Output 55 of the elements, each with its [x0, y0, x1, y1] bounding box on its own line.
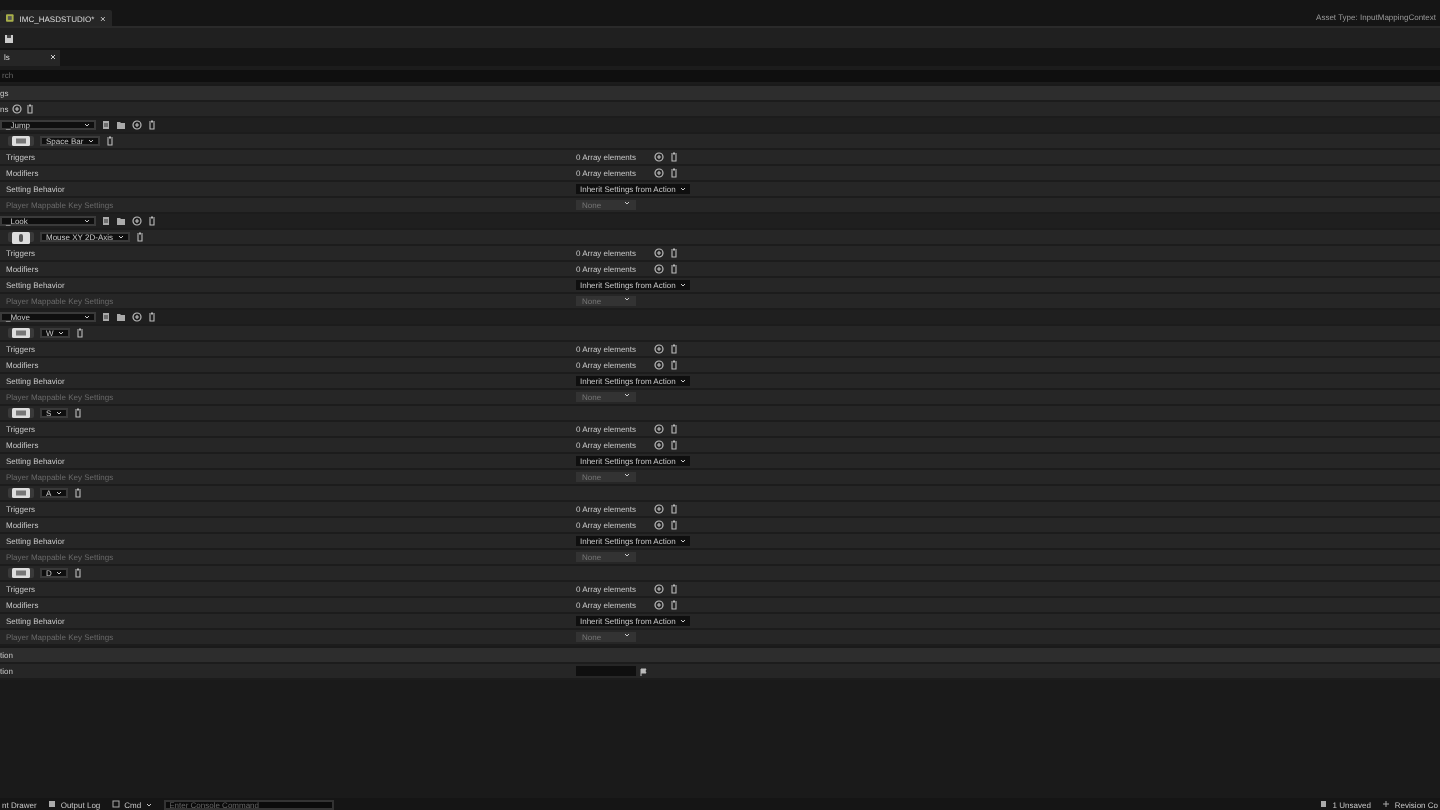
delete-icon[interactable] — [73, 408, 82, 418]
keyboard-icon[interactable] — [12, 488, 30, 498]
delete-icon[interactable] — [670, 520, 678, 530]
delete-icon[interactable] — [670, 504, 678, 514]
keyboard-icon[interactable] — [12, 136, 30, 146]
add-icon[interactable] — [654, 504, 664, 514]
add-icon[interactable] — [654, 152, 664, 162]
add-icon[interactable] — [132, 216, 142, 226]
add-icon[interactable] — [12, 104, 23, 114]
delete-icon[interactable] — [670, 264, 678, 274]
close-icon[interactable] — [100, 15, 106, 21]
add-icon[interactable] — [654, 168, 664, 178]
delete-icon[interactable] — [73, 488, 82, 498]
add-icon[interactable] — [132, 120, 142, 130]
keyboard-icon[interactable] — [12, 568, 30, 578]
add-icon[interactable] — [132, 312, 142, 322]
add-icon[interactable] — [654, 584, 664, 594]
add-icon[interactable] — [654, 360, 664, 370]
delete-icon[interactable] — [105, 136, 114, 146]
add-icon[interactable] — [654, 264, 664, 274]
add-icon[interactable] — [654, 520, 664, 530]
delete-icon[interactable] — [148, 120, 156, 130]
document-icon — [48, 800, 57, 808]
add-icon[interactable] — [654, 424, 664, 434]
save-icon[interactable] — [4, 33, 14, 43]
delete-icon[interactable] — [670, 344, 678, 354]
keyboard-icon[interactable] — [12, 408, 30, 418]
delete-icon[interactable] — [75, 328, 84, 338]
delete-icon[interactable] — [670, 360, 678, 370]
add-icon[interactable] — [654, 344, 664, 354]
delete-icon[interactable] — [26, 104, 35, 114]
mouse-icon[interactable] — [12, 231, 30, 243]
delete-icon[interactable] — [670, 248, 678, 258]
add-icon[interactable] — [654, 440, 664, 450]
delete-icon[interactable] — [73, 568, 82, 578]
document-icon[interactable] — [102, 312, 110, 322]
file-icon — [1320, 800, 1329, 808]
delete-icon[interactable] — [670, 168, 678, 178]
asset-icon — [6, 14, 14, 22]
delete-icon[interactable] — [670, 600, 678, 610]
document-icon[interactable] — [102, 216, 110, 226]
window-icon — [112, 800, 121, 808]
delete-icon[interactable] — [670, 440, 678, 450]
document-icon[interactable] — [102, 120, 110, 130]
delete-icon[interactable] — [670, 584, 678, 594]
delete-icon[interactable] — [148, 312, 156, 322]
add-icon[interactable] — [654, 248, 664, 258]
delete-icon[interactable] — [670, 152, 678, 162]
close-icon[interactable] — [50, 54, 56, 60]
delete-icon[interactable] — [135, 232, 143, 242]
flag-icon[interactable] — [640, 667, 648, 675]
keyboard-icon[interactable] — [12, 328, 30, 338]
delete-icon[interactable] — [148, 216, 156, 226]
add-icon[interactable] — [654, 600, 664, 610]
delete-icon[interactable] — [670, 424, 678, 434]
